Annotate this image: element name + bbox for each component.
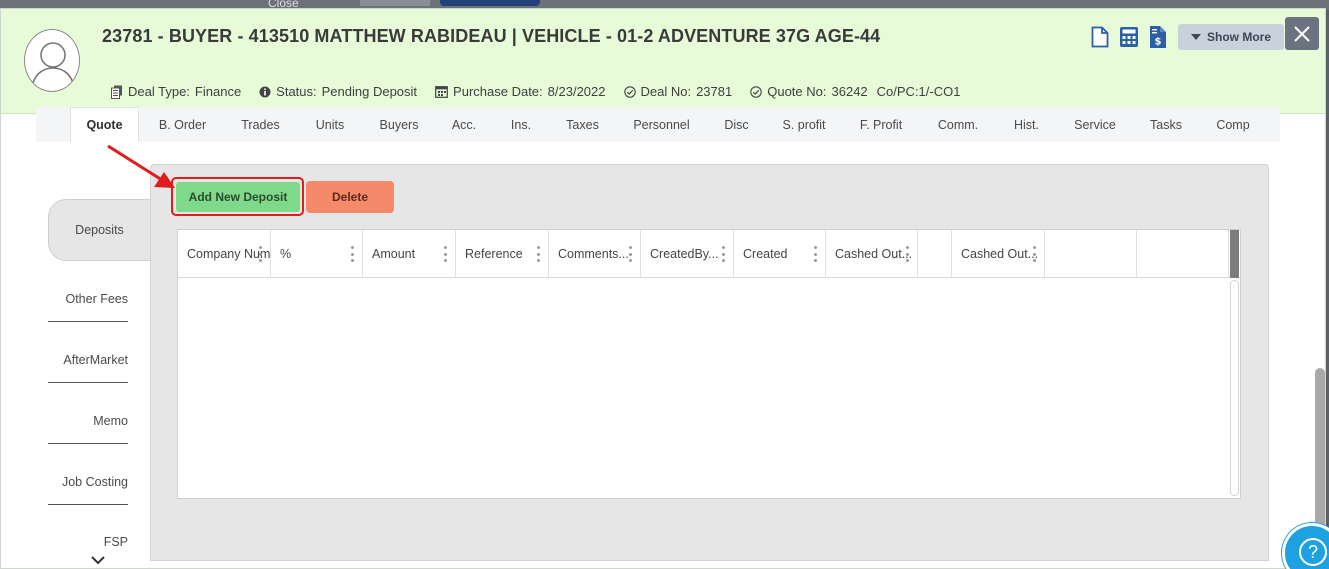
side-menu-deposits[interactable]: Deposits [48, 199, 150, 261]
tab-taxes[interactable]: Taxes [547, 107, 618, 142]
column-header[interactable]: Reference [456, 230, 549, 278]
column-header[interactable]: Company Num [178, 230, 271, 278]
tab-tasks[interactable]: Tasks [1131, 107, 1201, 142]
column-menu-icon[interactable] [351, 246, 354, 262]
caret-down-icon [1190, 34, 1201, 40]
copc-value: Co/PC:1/-CO1 [876, 84, 961, 99]
copy-icon [111, 85, 122, 99]
tab-disc[interactable]: Disc [705, 107, 768, 142]
deal-header: 23781 - BUYER - 413510 MATTHEW RABIDEAU … [1, 9, 1325, 114]
calculator-icon[interactable] [1118, 25, 1140, 49]
tab-b-order[interactable]: B. Order [139, 107, 226, 142]
highlight-outline [171, 177, 304, 216]
column-header[interactable] [1045, 230, 1137, 278]
deal-type: Deal Type: Finance [111, 84, 241, 99]
tab-hist[interactable]: Hist. [994, 107, 1059, 142]
side-menu-job-costing[interactable]: Job Costing [48, 475, 128, 489]
tab-comm[interactable]: Comm. [922, 107, 994, 142]
tab-acc[interactable]: Acc. [433, 107, 495, 142]
side-menu-aftermarket[interactable]: AfterMarket [48, 353, 128, 367]
column-menu-icon[interactable] [259, 246, 262, 262]
grid-scrollbar[interactable] [1230, 280, 1239, 496]
pointer-arrow [107, 144, 175, 188]
side-menu-memo[interactable]: Memo [48, 414, 128, 428]
header-actions: $ Show More [1089, 24, 1284, 50]
close-button[interactable] [1285, 17, 1319, 50]
check-circle-icon [750, 85, 762, 98]
column-menu-icon[interactable] [629, 246, 632, 262]
column-header[interactable] [1137, 230, 1229, 278]
tab-personnel[interactable]: Personnel [618, 107, 705, 142]
divider [48, 382, 128, 383]
column-header[interactable]: % [271, 230, 363, 278]
tab-comp[interactable]: Comp [1201, 107, 1265, 142]
delete-button[interactable]: Delete [306, 181, 394, 213]
side-menu-fsp[interactable]: FSP [48, 535, 128, 549]
tab-buyers[interactable]: Buyers [365, 107, 433, 142]
column-menu-icon[interactable] [814, 246, 817, 262]
column-header[interactable]: Cashed Out... [826, 230, 918, 278]
tab-s-profit[interactable]: S. profit [768, 107, 840, 142]
document-icon[interactable] [1089, 25, 1111, 49]
deal-tabs: Quote B. Order Trades Units Buyers Acc. Ins. Ta… [36, 107, 1280, 142]
column-header[interactable]: CreatedBy... [641, 230, 734, 278]
deal-meta: Deal Type: Finance Status: Pending Depos… [111, 84, 978, 99]
tab-ins[interactable]: Ins. [495, 107, 547, 142]
invoice-dollar-icon[interactable]: $ [1147, 25, 1169, 49]
calendar-icon [435, 86, 448, 98]
column-header[interactable]: Cashed Out... [952, 230, 1045, 278]
chevron-down-icon[interactable] [90, 555, 106, 565]
column-header[interactable] [918, 230, 952, 278]
tab-units[interactable]: Units [295, 107, 365, 142]
grid-header: Company Num% Amount Reference Comments... Cr… [178, 230, 1230, 278]
column-header[interactable]: Amount [363, 230, 456, 278]
deposits-grid: Company Num% Amount Reference Comments... Cr… [177, 229, 1241, 499]
divider [48, 321, 128, 322]
close-icon [1294, 25, 1310, 42]
deal-title: 23781 - BUYER - 413510 MATTHEW RABIDEAU … [102, 26, 881, 46]
help-icon: ? [1299, 538, 1327, 566]
column-menu-icon[interactable] [906, 246, 909, 262]
column-menu-icon[interactable] [722, 246, 725, 262]
check-circle-icon [623, 85, 636, 98]
column-menu-icon[interactable] [537, 246, 540, 262]
info-icon [259, 86, 271, 97]
column-header[interactable]: Comments... [549, 230, 641, 278]
purchase-date: Purchase Date: 8/23/2022 [435, 84, 606, 99]
column-menu-icon[interactable] [1033, 246, 1036, 262]
side-menu-other-fees[interactable]: Other Fees [48, 292, 128, 306]
grid-scrollbar-thumb[interactable] [1230, 230, 1239, 278]
tab-service[interactable]: Service [1059, 107, 1131, 142]
background-button [360, 0, 430, 6]
tab-trades[interactable]: Trades [226, 107, 295, 142]
svg-text:$: $ [1155, 37, 1162, 48]
deal-number: Deal No: 23781 [623, 84, 732, 99]
divider [48, 504, 128, 505]
tab-quote[interactable]: Quote [70, 107, 139, 142]
background-button-primary [440, 0, 540, 6]
column-header[interactable]: Created [734, 230, 826, 278]
quote-number: Quote No: 36242 Co/PC:1/-CO1 [750, 84, 960, 99]
tab-f-profit[interactable]: F. Profit [840, 107, 922, 142]
divider [48, 443, 128, 444]
deal-status: Status: Pending Deposit [259, 84, 417, 99]
avatar [24, 29, 80, 92]
show-more-button[interactable]: Show More [1178, 24, 1284, 50]
column-menu-icon[interactable] [444, 246, 447, 262]
